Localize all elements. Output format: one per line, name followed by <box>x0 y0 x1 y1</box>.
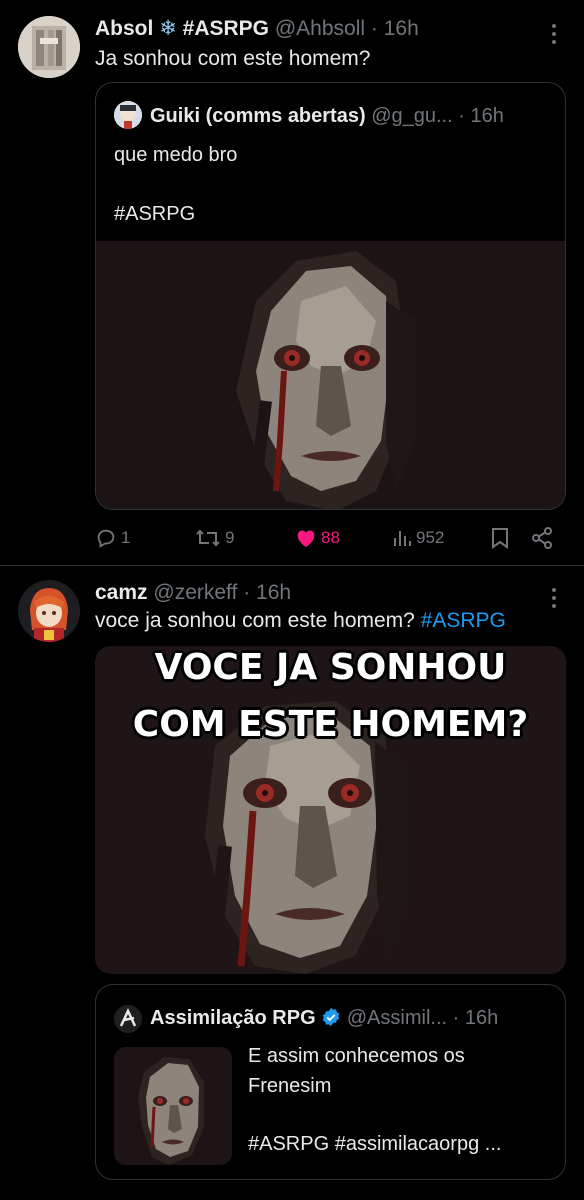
author-name[interactable]: camz <box>95 581 148 604</box>
post-image[interactable]: VOCE JA SONHOU COM ESTE HOMEM? <box>95 646 566 974</box>
post-absol[interactable]: Absol ❄ #ASRPG @Ahbsoll · 16h Ja sonhou … <box>0 0 584 565</box>
repost-button[interactable]: 9 <box>195 523 234 553</box>
quoted-text-line2: Frenesim <box>248 1075 332 1097</box>
post-text: voce ja sonhou com este homem? #ASRPG <box>95 608 506 634</box>
snowflake-emoji: ❄ <box>159 17 177 40</box>
meme-caption-line2: COM ESTE HOMEM? <box>132 704 529 745</box>
quoted-author-handle: @g_gu... <box>371 105 453 127</box>
post-time[interactable]: 16h <box>256 581 291 604</box>
reply-button[interactable]: 1 <box>95 523 130 553</box>
author-tag[interactable]: #ASRPG <box>183 17 269 40</box>
quoted-post[interactable]: Assimilação RPG @Assimil... · 16h E assi… <box>95 984 566 1180</box>
quoted-text-line1: E assim conhecemos os <box>248 1045 465 1067</box>
quoted-header: Assimilação RPG @Assimil... · 16h <box>150 1006 498 1030</box>
like-button[interactable]: 88 <box>295 523 340 553</box>
post-header: Absol ❄ #ASRPG @Ahbsoll · 16h <box>95 16 419 42</box>
post-hashtag[interactable]: #ASRPG <box>421 609 506 632</box>
post-header: camz @zerkeff · 16h <box>95 580 291 606</box>
post-camz[interactable]: camz @zerkeff · 16h voce ja sonhou com e… <box>0 566 584 1200</box>
separator-dot: · <box>452 1007 460 1029</box>
post-text: Ja sonhou com este homem? <box>95 47 371 70</box>
share-button[interactable] <box>531 523 553 553</box>
quoted-author-handle: @Assimil... <box>346 1007 448 1029</box>
separator-dot: · <box>370 17 378 40</box>
quoted-image[interactable] <box>96 241 565 509</box>
avatar-camz[interactable] <box>18 580 80 642</box>
author-handle[interactable]: @Ahbsoll <box>275 17 365 40</box>
quoted-avatar <box>114 1005 142 1033</box>
post-text-body: voce ja sonhou com este homem? <box>95 609 415 632</box>
quoted-hashtag[interactable]: #ASRPG <box>114 201 195 227</box>
face-illustration <box>96 241 565 509</box>
more-icon[interactable] <box>544 584 564 608</box>
quoted-post[interactable]: Guiki (comms abertas) @g_gu... · 16h que… <box>95 82 566 510</box>
views-icon <box>394 531 411 546</box>
meme-caption-line1: VOCE JA SONHOU <box>154 647 507 688</box>
quoted-post-time: 16h <box>464 1007 499 1029</box>
quoted-text-line3: #ASRPG #assimilacaorpg ... <box>248 1133 502 1155</box>
share-icon <box>532 527 552 549</box>
quoted-text-line1: que medo bro <box>114 144 238 166</box>
like-count: 88 <box>321 528 340 547</box>
repost-icon <box>196 529 220 547</box>
post-actions: 1 9 88 952 <box>95 523 565 553</box>
verified-badge-icon <box>322 1007 340 1027</box>
heart-icon <box>297 530 315 548</box>
reply-count: 1 <box>121 528 131 547</box>
quoted-header: Guiki (comms abertas) @g_gu... · 16h <box>150 104 504 128</box>
avatar-absol[interactable] <box>18 16 80 78</box>
separator-dot: · <box>243 581 251 604</box>
reply-icon <box>97 529 115 548</box>
separator-dot: · <box>458 105 465 127</box>
quoted-avatar <box>114 101 142 129</box>
bookmark-icon <box>492 528 508 549</box>
bookmark-button[interactable] <box>491 523 509 553</box>
views-button[interactable]: 952 <box>392 523 444 553</box>
quoted-thumbnail[interactable] <box>114 1047 232 1165</box>
quoted-author-name: Assimilação RPG <box>150 1007 316 1029</box>
face-illustration <box>95 646 566 974</box>
quoted-post-time: 16h <box>470 105 504 127</box>
author-handle[interactable]: @zerkeff <box>153 581 237 604</box>
more-icon[interactable] <box>544 20 564 44</box>
post-time[interactable]: 16h <box>384 17 419 40</box>
views-count: 952 <box>416 528 445 547</box>
quoted-author-name: Guiki (comms abertas) <box>150 105 366 127</box>
author-name[interactable]: Absol <box>95 17 153 40</box>
repost-count: 9 <box>225 528 235 547</box>
